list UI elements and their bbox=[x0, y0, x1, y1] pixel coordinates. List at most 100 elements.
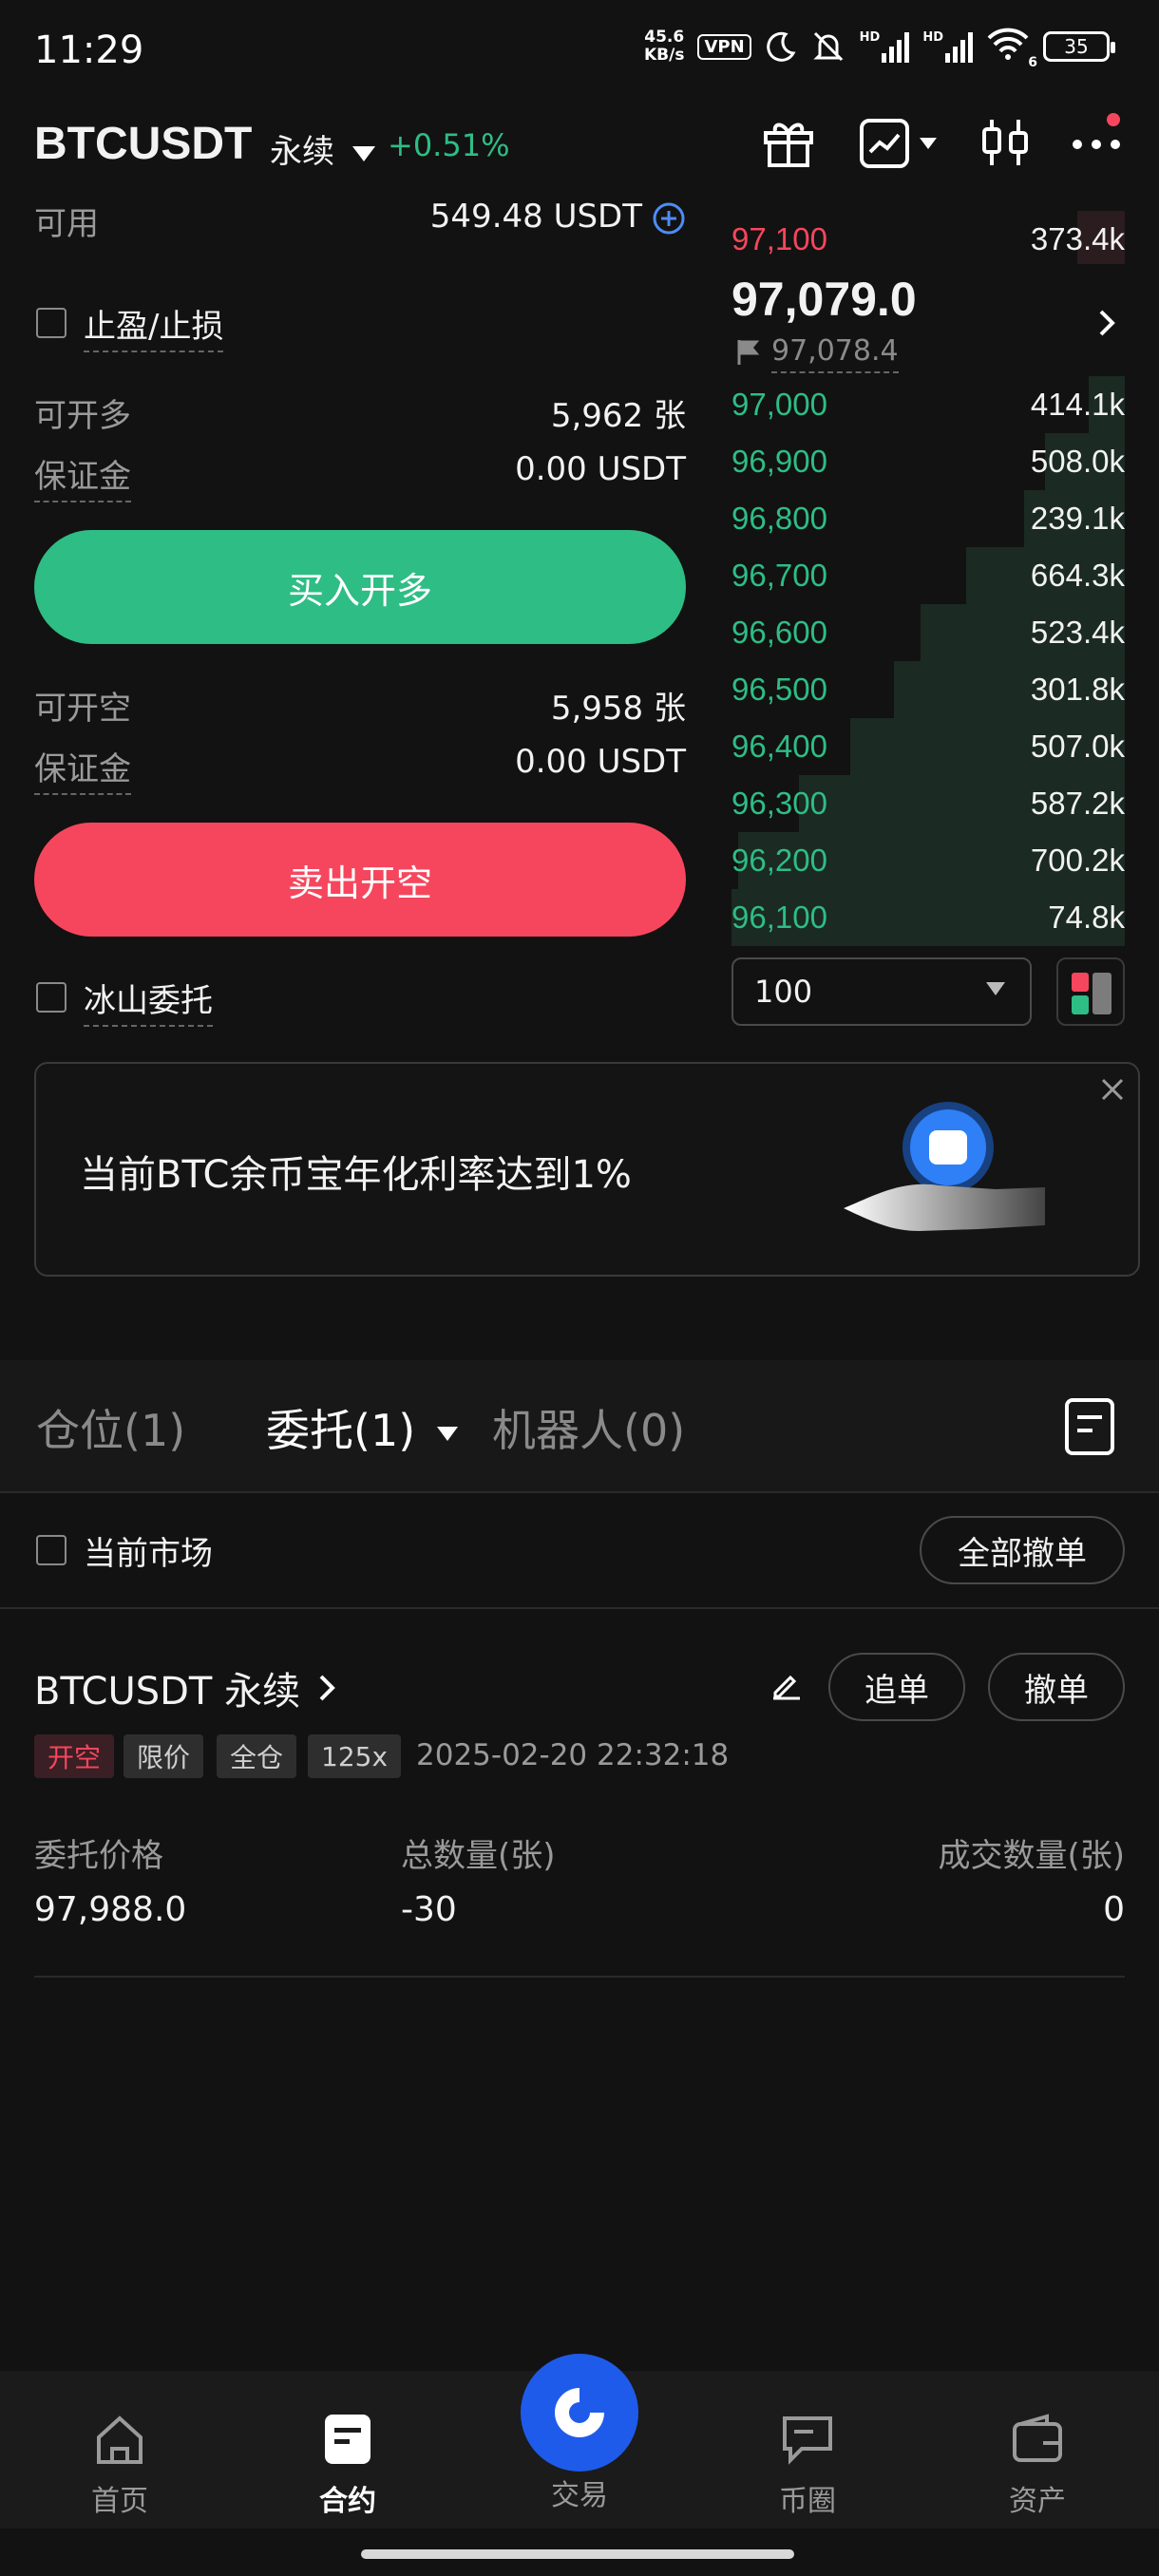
order-history-icon[interactable] bbox=[1062, 1396, 1117, 1457]
bid-price: 96,500 bbox=[732, 672, 827, 707]
mark-price: 97,078.4 bbox=[771, 334, 899, 373]
bid-qty: 523.4k bbox=[1030, 615, 1125, 650]
bid-row[interactable]: 96,600 523.4k bbox=[732, 604, 1125, 661]
signal-1: HD bbox=[860, 30, 910, 63]
chevron-right-icon bbox=[319, 1675, 335, 1701]
bid-qty: 301.8k bbox=[1030, 672, 1125, 707]
bid-price: 97,000 bbox=[732, 387, 827, 422]
bid-row[interactable]: 96,900 508.0k bbox=[732, 433, 1125, 490]
current-market-label[interactable]: 当前市场 bbox=[84, 1527, 213, 1574]
bid-row[interactable]: 97,000 414.1k bbox=[732, 376, 1125, 433]
signal-bars-icon bbox=[882, 30, 910, 63]
iceberg-checkbox[interactable] bbox=[36, 982, 66, 1013]
bid-row[interactable]: 96,200 700.2k bbox=[732, 832, 1125, 889]
order-qty-label: 总数量(张) bbox=[401, 1837, 556, 1875]
bid-price: 96,100 bbox=[732, 900, 827, 935]
buy-long-button[interactable]: 买入开多 bbox=[34, 530, 686, 644]
precision-select[interactable]: 100 bbox=[732, 957, 1032, 1026]
divider bbox=[0, 1491, 1159, 1493]
bid-qty: 700.2k bbox=[1030, 843, 1125, 878]
close-icon[interactable] bbox=[1098, 1075, 1127, 1104]
current-market-checkbox[interactable] bbox=[36, 1535, 66, 1565]
bid-qty: 587.2k bbox=[1030, 786, 1125, 821]
divider bbox=[0, 1607, 1159, 1609]
contract-type-dropdown[interactable]: 永续 bbox=[270, 125, 375, 172]
order-price-value: 97,988.0 bbox=[34, 1890, 187, 1929]
pair-title[interactable]: BTCUSDT bbox=[34, 118, 252, 170]
tp-sl-checkbox[interactable] bbox=[36, 308, 66, 338]
caret-down-icon bbox=[920, 138, 937, 149]
orderbook-layout-button[interactable] bbox=[1056, 957, 1125, 1026]
bid-price: 96,400 bbox=[732, 729, 827, 764]
trade-icon bbox=[555, 2388, 604, 2437]
bid-qty: 74.8k bbox=[1048, 900, 1125, 935]
order-symbol-link[interactable]: BTCUSDT 永续 bbox=[34, 1660, 340, 1715]
trade-fab[interactable] bbox=[521, 2354, 638, 2472]
nav-trade-label[interactable]: 交易 bbox=[513, 2472, 646, 2513]
available-value: 549.48 USDT bbox=[429, 198, 642, 236]
bid-row[interactable]: 96,400 507.0k bbox=[732, 718, 1125, 775]
bid-row[interactable]: 96,800 239.1k bbox=[732, 490, 1125, 547]
more-icon[interactable] bbox=[1066, 112, 1127, 173]
battery-icon: 35 bbox=[1043, 31, 1115, 62]
promo-text: 当前BTC余币宝年化利率达到1% bbox=[80, 1153, 632, 1197]
chat-icon bbox=[783, 2416, 832, 2465]
bid-qty: 507.0k bbox=[1030, 729, 1125, 764]
ask-row[interactable]: 97,100 373.4k bbox=[732, 211, 1125, 268]
layout-bid-block bbox=[1072, 995, 1089, 1014]
chase-order-button[interactable]: 追单 bbox=[828, 1653, 965, 1721]
bid-price: 96,800 bbox=[732, 501, 827, 536]
iceberg-label[interactable]: 冰山委托 bbox=[84, 975, 213, 1027]
bid-row[interactable]: 96,100 74.8k bbox=[732, 889, 1125, 946]
chart-dropdown[interactable] bbox=[859, 118, 937, 169]
margin-mode-tag: 全仓 bbox=[217, 1734, 297, 1778]
short-openable-value: 5,958 张 bbox=[550, 690, 686, 728]
short-margin-label: 保证金 bbox=[34, 743, 131, 795]
available-label: 可用 bbox=[34, 205, 99, 243]
candlestick-icon[interactable] bbox=[975, 112, 1036, 173]
bid-price: 96,700 bbox=[732, 558, 827, 593]
coin-hand-illustration bbox=[844, 1102, 1045, 1231]
leverage-tag: 125x bbox=[308, 1734, 402, 1778]
order-datetime: 2025-02-20 22:32:18 bbox=[416, 1738, 730, 1772]
tab-positions[interactable]: 仓位(1) bbox=[36, 1396, 185, 1459]
gift-icon[interactable] bbox=[758, 112, 819, 173]
add-funds-icon[interactable] bbox=[652, 201, 686, 236]
nav-contract[interactable]: 合约 bbox=[281, 2413, 414, 2519]
tab-orders[interactable]: 委托(1) bbox=[266, 1396, 458, 1459]
nav-home[interactable]: 首页 bbox=[53, 2413, 186, 2519]
price-change: +0.51% bbox=[388, 127, 510, 163]
bid-price: 96,200 bbox=[732, 843, 827, 878]
long-openable-label: 可开多 bbox=[34, 397, 131, 435]
status-icons: 45.6 KB/s VPN HD HD 6 35 bbox=[644, 27, 1115, 70]
nav-assets[interactable]: 资产 bbox=[971, 2413, 1104, 2519]
last-price: 97,079.0 bbox=[732, 273, 917, 326]
bid-qty: 239.1k bbox=[1030, 501, 1125, 536]
sell-short-button[interactable]: 卖出开空 bbox=[34, 823, 686, 937]
home-icon bbox=[97, 2415, 142, 2464]
layout-book-block bbox=[1092, 973, 1112, 1014]
nav-community[interactable]: 币圈 bbox=[741, 2413, 874, 2519]
bid-price: 96,600 bbox=[732, 615, 827, 650]
home-indicator[interactable] bbox=[361, 2549, 794, 2559]
tp-sl-label[interactable]: 止盈/止损 bbox=[84, 300, 224, 352]
short-margin-value: 0.00 USDT bbox=[515, 743, 686, 781]
order-filled-label: 成交数量(张) bbox=[938, 1837, 1125, 1875]
bid-row[interactable]: 96,700 664.3k bbox=[732, 547, 1125, 604]
tab-bots[interactable]: 机器人(0) bbox=[492, 1396, 685, 1459]
bell-muted-icon bbox=[813, 31, 844, 62]
cancel-all-button[interactable]: 全部撤单 bbox=[920, 1516, 1125, 1584]
edit-icon[interactable] bbox=[770, 1668, 804, 1702]
order-side-tag: 开空 bbox=[34, 1734, 115, 1778]
bid-row[interactable]: 96,500 301.8k bbox=[732, 661, 1125, 718]
status-time: 11:29 bbox=[34, 28, 144, 72]
cancel-order-button[interactable]: 撤单 bbox=[988, 1653, 1125, 1721]
bid-row[interactable]: 96,300 587.2k bbox=[732, 775, 1125, 832]
chevron-right-icon[interactable] bbox=[1092, 306, 1121, 340]
order-type-tag: 限价 bbox=[124, 1734, 204, 1778]
signal-bars-icon bbox=[945, 30, 973, 63]
bid-qty: 508.0k bbox=[1030, 444, 1125, 479]
wallet-icon bbox=[1013, 2414, 1062, 2462]
caret-down-icon bbox=[986, 982, 1005, 995]
bid-price: 96,900 bbox=[732, 444, 827, 479]
